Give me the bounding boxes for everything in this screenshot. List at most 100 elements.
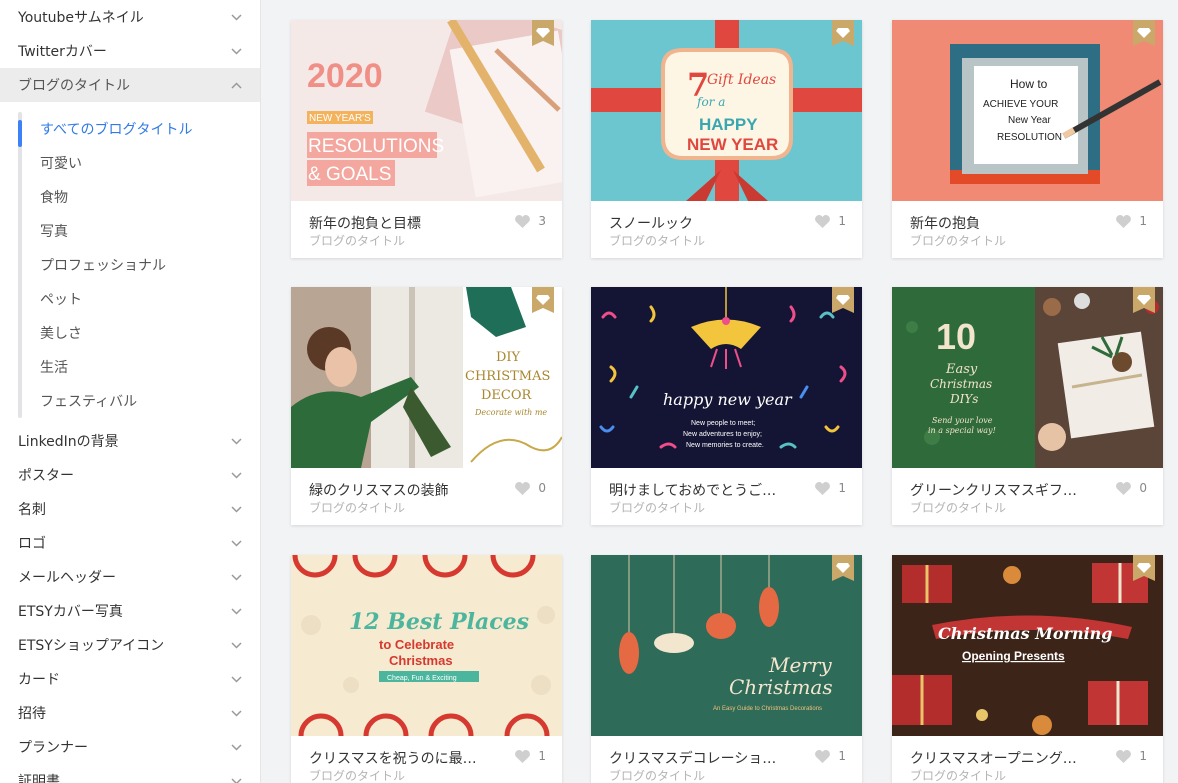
template-thumbnail[interactable]: 7 Gift Ideas for a HAPPY NEW YEAR xyxy=(591,20,862,201)
like-counter[interactable]: 0 xyxy=(1116,481,1147,495)
template-thumbnail[interactable]: DIY CHRISTMAS DECOR Decorate with me xyxy=(291,287,562,468)
like-counter[interactable]: 1 xyxy=(515,749,546,763)
category-logo[interactable]: ロゴ xyxy=(0,526,260,560)
template-card[interactable]: DIY CHRISTMAS DECOR Decorate with me 緑のク… xyxy=(291,287,562,525)
chevron-down-icon xyxy=(230,673,242,685)
thumb-text: Merry xyxy=(768,653,832,677)
like-count: 1 xyxy=(838,481,846,495)
category-etsy-cover[interactable]: ETSYカバー写真 xyxy=(0,594,260,628)
thumb-text: DIYs xyxy=(949,392,978,406)
subcategory-food[interactable]: 食物 xyxy=(18,180,260,214)
template-title: 新年の抱負と目標 xyxy=(309,216,421,232)
category-label: ブログのタイトル xyxy=(18,78,130,94)
template-card[interactable]: 10 Easy Christmas DIYs Send your love in… xyxy=(892,287,1163,525)
like-counter[interactable]: 1 xyxy=(815,214,846,228)
template-thumbnail[interactable]: 2020 NEW YEAR'S RESOLUTIONS & GOALS xyxy=(291,20,562,201)
category-business-card[interactable]: 名刺 xyxy=(0,492,260,526)
subcategory-list: すべてのブログタイトル 可愛い 食物 写真 プロフェッショナル ペット 美しさ … xyxy=(18,112,260,418)
template-card[interactable]: 7 Gift Ideas for a HAPPY NEW YEAR スノールック… xyxy=(591,20,862,258)
heart-icon xyxy=(815,749,831,763)
thumb-text: to Celebrate xyxy=(379,637,454,652)
template-title: クリスマスオープニング… xyxy=(910,751,1077,767)
subcategory-track xyxy=(18,112,22,418)
like-counter[interactable]: 1 xyxy=(815,481,846,495)
template-card[interactable]: 12 Best Places to Celebrate Christmas Ch… xyxy=(291,555,562,783)
template-title: クリスマスデコレーショ… xyxy=(609,751,777,767)
chevron-down-icon xyxy=(230,503,242,515)
template-thumbnail[interactable]: 12 Best Places to Celebrate Christmas Ch… xyxy=(291,555,562,736)
like-count: 0 xyxy=(1139,481,1147,495)
thumb-text: ACHIEVE YOUR xyxy=(983,99,1058,110)
like-counter[interactable]: 3 xyxy=(515,214,546,228)
chevron-down-icon xyxy=(230,707,242,719)
category-label: プランナー xyxy=(18,740,88,756)
like-counter[interactable]: 1 xyxy=(815,749,846,763)
template-category: ブログのタイトル xyxy=(910,234,1007,248)
thumb-text: Christmas xyxy=(729,675,833,699)
template-thumbnail[interactable]: How to ACHIEVE YOUR New Year RESOLUTION xyxy=(892,20,1163,201)
subcategory-photo[interactable]: 写真 xyxy=(18,214,260,248)
chevron-up-icon xyxy=(230,79,242,91)
category-card[interactable]: カード xyxy=(0,662,260,696)
category-blog-title[interactable]: ブログのタイトル xyxy=(0,68,260,102)
thumb-text: DIY xyxy=(496,350,521,365)
diamond-crown-icon xyxy=(832,555,854,581)
thumb-text: DECOR xyxy=(481,388,533,403)
category-linkedin-background[interactable]: LinkedInの背景 xyxy=(0,424,260,458)
like-count: 3 xyxy=(538,214,546,228)
heart-icon xyxy=(1116,749,1132,763)
category-youtube-thumbnail[interactable]: Youtubeサムネイル xyxy=(0,0,260,34)
subcategory-festival[interactable]: フェスティバル xyxy=(18,384,260,418)
chevron-down-icon xyxy=(230,571,242,583)
like-counter[interactable]: 1 xyxy=(1116,749,1147,763)
template-card[interactable]: happy new year New people to meet; New a… xyxy=(591,287,862,525)
thumb-text: NEW YEAR'S xyxy=(309,113,371,124)
chevron-down-icon xyxy=(230,45,242,57)
category-label: カード xyxy=(18,672,60,688)
thumb-text: 2020 xyxy=(307,57,383,95)
category-email-header[interactable]: メールヘッダー xyxy=(0,560,260,594)
thumb-text: happy new year xyxy=(663,390,793,409)
subcategory-all-blog-titles[interactable]: すべてのブログタイトル xyxy=(18,112,260,146)
template-title: クリスマスを祝うのに最… xyxy=(309,751,477,767)
template-card[interactable]: Merry Christmas An Easy Guide to Christm… xyxy=(591,555,862,783)
like-counter[interactable]: 1 xyxy=(1116,214,1147,228)
template-thumbnail[interactable]: 10 Easy Christmas DIYs Send your love in… xyxy=(892,287,1163,468)
subcategory-cute[interactable]: 可愛い xyxy=(18,146,260,180)
template-thumbnail[interactable]: happy new year New people to meet; New a… xyxy=(591,287,862,468)
like-count: 1 xyxy=(1139,749,1147,763)
subcategory-life[interactable]: 生活 xyxy=(18,350,260,384)
like-count: 1 xyxy=(538,749,546,763)
subcategory-beauty[interactable]: 美しさ xyxy=(18,316,260,350)
subcategory-professional[interactable]: プロフェッショナル xyxy=(18,248,260,282)
category-planner[interactable]: プランナー xyxy=(0,730,260,764)
template-category: ブログのタイトル xyxy=(309,501,406,515)
chevron-down-icon xyxy=(230,639,242,651)
category-sidebar: Youtubeサムネイル Twitterカバー ブログのタイトル すべてのブログ… xyxy=(0,0,261,783)
category-twitter-cover[interactable]: Twitterカバー xyxy=(0,34,260,68)
template-card[interactable]: Christmas Morning Opening Presents クリスマス… xyxy=(892,555,1163,783)
template-card[interactable]: How to ACHIEVE YOUR New Year RESOLUTION … xyxy=(892,20,1163,258)
template-title: スノールック xyxy=(609,216,693,232)
subcategory-pet[interactable]: ペット xyxy=(18,282,260,316)
template-thumbnail[interactable]: Christmas Morning Opening Presents xyxy=(892,555,1163,736)
diamond-crown-icon xyxy=(832,20,854,46)
category-label: LinkedInの背景 xyxy=(18,434,119,450)
template-category: ブログのタイトル xyxy=(309,234,406,248)
category-certificate[interactable]: 証明書 xyxy=(0,764,260,783)
thumb-text: for a xyxy=(696,95,725,109)
template-card[interactable]: 2020 NEW YEAR'S RESOLUTIONS & GOALS 新年の抱… xyxy=(291,20,562,258)
category-poster[interactable]: ポスター xyxy=(0,458,260,492)
thumb-text: in a special way! xyxy=(928,426,996,435)
template-category: ブログのタイトル xyxy=(609,501,706,515)
category-invitation[interactable]: 招待 xyxy=(0,696,260,730)
template-title: 緑のクリスマスの装飾 xyxy=(309,483,449,499)
like-counter[interactable]: 0 xyxy=(515,481,546,495)
category-etsy-shop-icon[interactable]: ETSYショップアイコン xyxy=(0,628,260,662)
thumb-text: 10 xyxy=(936,316,976,357)
template-thumbnail[interactable]: Merry Christmas An Easy Guide to Christm… xyxy=(591,555,862,736)
template-title: グリーンクリスマスギフ… xyxy=(910,483,1077,499)
thumb-text: An Easy Guide to Christmas Decorations xyxy=(713,706,822,712)
category-label: 名刺 xyxy=(18,502,46,518)
diamond-crown-icon xyxy=(832,287,854,313)
